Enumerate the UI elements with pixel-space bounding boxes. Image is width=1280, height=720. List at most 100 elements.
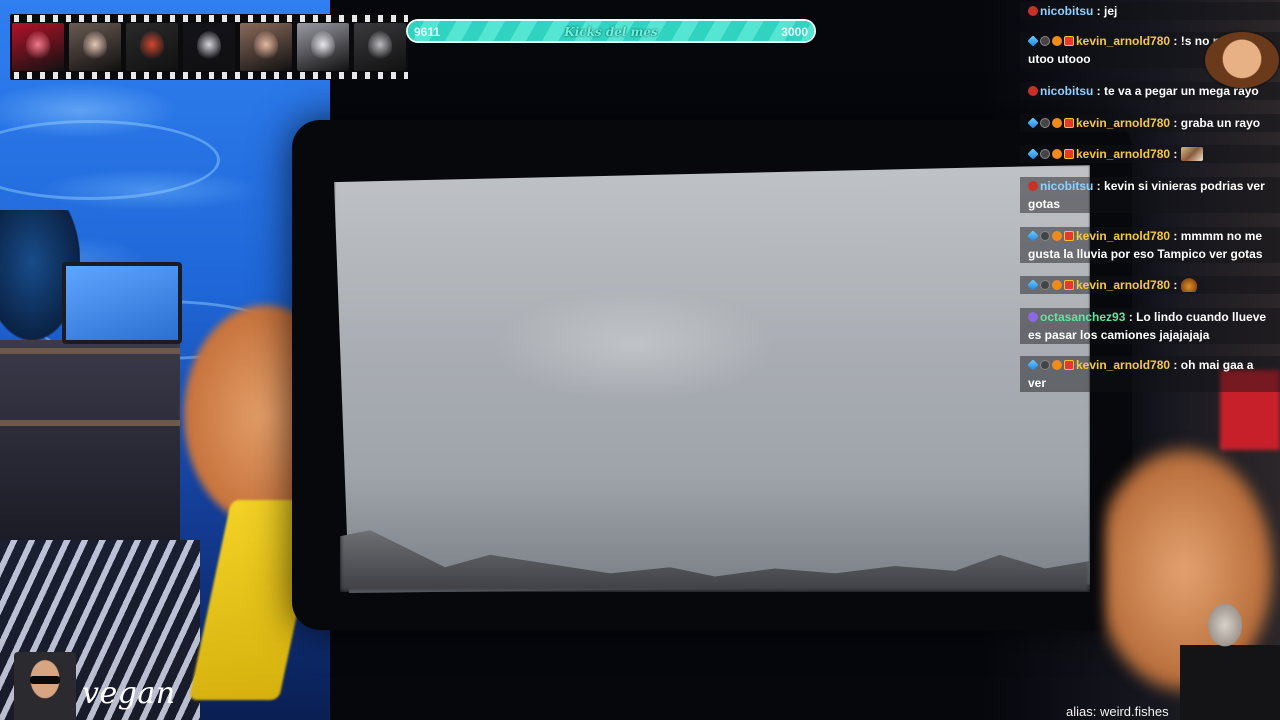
guest-avatar <box>1180 585 1280 720</box>
chat-badges <box>1028 181 1038 191</box>
swirl-badge-icon <box>1040 149 1050 159</box>
goal-target-value: 3000 <box>781 25 808 39</box>
chat-username[interactable]: nicobitsu <box>1040 84 1093 98</box>
gem-badge-icon <box>1027 148 1039 160</box>
chat-badges <box>1027 148 1074 160</box>
gem-badge-icon <box>1027 359 1039 371</box>
one-badge-icon <box>1052 36 1062 46</box>
sunglasses-icon <box>30 676 60 684</box>
chat-separator: : <box>1093 179 1105 193</box>
film-frame-face <box>140 31 164 61</box>
red-badge-icon <box>1028 181 1038 191</box>
phone-screen-sky <box>334 165 1090 593</box>
chat-username[interactable]: kevin_arnold780 <box>1076 34 1170 48</box>
avatar <box>1205 32 1279 88</box>
chat-message: kevin_arnold780 : <box>1020 276 1280 294</box>
film-frame <box>354 23 406 71</box>
film-frame <box>126 23 178 71</box>
gift-badge-icon <box>1064 36 1074 46</box>
one-badge-icon <box>1052 360 1062 370</box>
chat-separator: : <box>1093 4 1105 18</box>
gift-badge-icon <box>1064 149 1074 159</box>
film-frames <box>12 23 406 71</box>
film-frame <box>183 23 235 71</box>
gift-badge-icon <box>1064 118 1074 128</box>
gift-badge-icon <box>1064 231 1074 241</box>
chat-message: nicobitsu : kevin si vinieras podrias ve… <box>1020 177 1280 213</box>
gem-badge-icon <box>1027 35 1039 47</box>
chat-username[interactable]: kevin_arnold780 <box>1076 147 1170 161</box>
chat-separator: : <box>1170 278 1181 292</box>
one-badge-icon <box>1052 280 1062 290</box>
gift-badge-icon <box>1064 360 1074 370</box>
film-frame <box>69 23 121 71</box>
chat-separator: : <box>1093 84 1105 98</box>
chat-message: kevin_arnold780 : oh mai gaa a ver <box>1020 356 1280 392</box>
chat-badges <box>1028 312 1038 322</box>
chat-separator: : <box>1170 147 1181 161</box>
film-frame <box>240 23 292 71</box>
chat-message: kevin_arnold780 : graba un rayo <box>1020 114 1280 132</box>
chat-message: kevin_arnold780 : mmmm no me gusta la ll… <box>1020 227 1280 263</box>
chat-text: jej <box>1104 4 1118 18</box>
chat-message: octasanchez93 : Lo lindo cuando llueve e… <box>1020 308 1280 344</box>
film-frame-face <box>254 31 278 61</box>
chat-badges <box>1028 86 1038 96</box>
chat-username[interactable]: nicobitsu <box>1040 4 1093 18</box>
chat-message: nicobitsu : jej <box>1020 2 1280 20</box>
gem-badge-icon <box>1027 279 1039 291</box>
one-badge-icon <box>1052 118 1062 128</box>
film-frame-face <box>368 31 392 61</box>
chat-badges <box>1027 117 1074 129</box>
film-frame-face <box>197 31 221 61</box>
gem-badge-icon <box>1027 230 1039 242</box>
film-holes-bottom <box>10 72 408 79</box>
chat-separator: : <box>1170 229 1181 243</box>
chat-badges <box>1027 359 1074 371</box>
shelf-board <box>0 420 180 426</box>
chat-username[interactable]: kevin_arnold780 <box>1076 116 1170 130</box>
film-frame <box>12 23 64 71</box>
chat-username[interactable]: kevin_arnold780 <box>1076 358 1170 372</box>
swirl-badge-icon <box>1040 36 1050 46</box>
goal-title: Kicks del mes <box>564 25 658 39</box>
red-badge-icon <box>1028 6 1038 16</box>
film-frame-face <box>83 31 107 61</box>
one-badge-icon <box>1052 149 1062 159</box>
film-frame <box>297 23 349 71</box>
chat-message: kevin_arnold780 : <box>1020 145 1280 163</box>
film-frame-face <box>26 31 50 61</box>
background-monitor <box>62 262 182 344</box>
pic-emote-icon <box>1180 147 1203 161</box>
chat-badges <box>1027 230 1074 242</box>
chat-username[interactable]: octasanchez93 <box>1040 310 1125 324</box>
chat-badges <box>1028 6 1038 16</box>
filmstrip <box>10 14 408 80</box>
swirl-badge-icon <box>1040 118 1050 128</box>
chat-text: graba un rayo <box>1180 116 1261 130</box>
alias-label: alias: weird.fishes <box>1066 704 1169 719</box>
film-holes-top <box>10 15 408 22</box>
streamer-avatar <box>14 652 76 720</box>
chat-separator: : <box>1170 34 1181 48</box>
chat-badges <box>1027 35 1074 47</box>
red-badge-icon <box>1028 86 1038 96</box>
chat-separator: : <box>1125 310 1137 324</box>
purple-badge-icon <box>1028 312 1038 322</box>
chat-username[interactable]: kevin_arnold780 <box>1076 229 1170 243</box>
chat-badges <box>1027 279 1074 291</box>
swirl-badge-icon <box>1040 360 1050 370</box>
vegan-label: vegan <box>82 676 176 711</box>
bread-emote-icon <box>1180 278 1197 292</box>
chat-separator: : <box>1170 358 1181 372</box>
film-frame-face <box>311 31 335 61</box>
swirl-badge-icon <box>1040 231 1050 241</box>
chat-username[interactable]: nicobitsu <box>1040 179 1093 193</box>
kicks-goal-bar: 9611 Kicks del mes 3000 <box>406 19 816 43</box>
shelf <box>0 340 180 540</box>
chat-username[interactable]: kevin_arnold780 <box>1076 278 1170 292</box>
gift-badge-icon <box>1064 280 1074 290</box>
shelf-board <box>0 348 180 354</box>
swirl-badge-icon <box>1040 280 1050 290</box>
chat-separator: : <box>1170 116 1181 130</box>
